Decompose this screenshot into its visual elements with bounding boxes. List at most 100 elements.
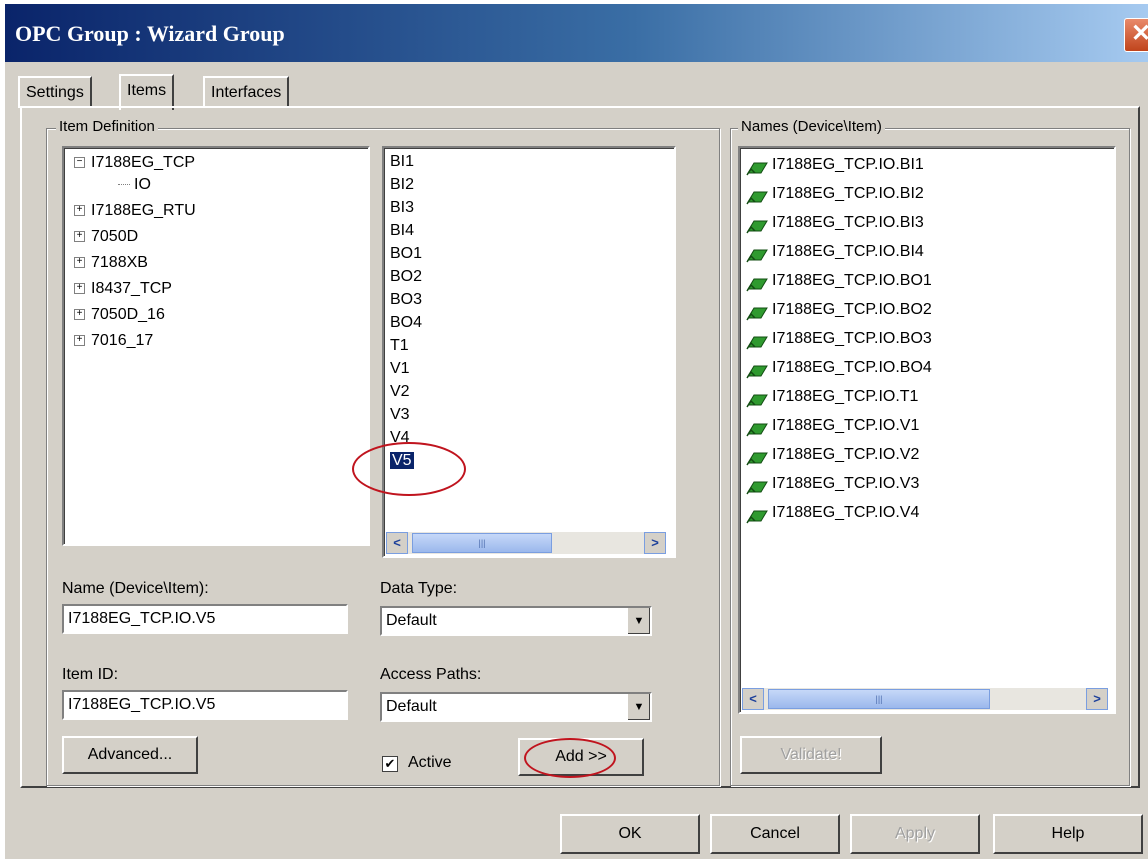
apply-button[interactable]: Apply bbox=[850, 814, 980, 854]
tab-settings[interactable]: Settings bbox=[18, 76, 92, 108]
cancel-button[interactable]: Cancel bbox=[710, 814, 840, 854]
list-item[interactable]: BO4 bbox=[390, 311, 422, 334]
list-item-label: I7188EG_TCP.IO.BO4 bbox=[772, 359, 932, 376]
list-item[interactable]: I7188EG_TCP.IO.BO3 bbox=[746, 324, 932, 353]
expand-icon[interactable]: + bbox=[74, 205, 85, 217]
list-item-label: T1 bbox=[390, 337, 409, 354]
list-item-label: I7188EG_TCP.IO.T1 bbox=[772, 388, 919, 405]
list-item[interactable]: BO2 bbox=[390, 265, 422, 288]
list-item[interactable]: I7188EG_TCP.IO.V4 bbox=[746, 498, 919, 527]
tab-items[interactable]: Items bbox=[119, 74, 175, 110]
list-item[interactable]: BI3 bbox=[390, 196, 414, 219]
list-item[interactable]: I7188EG_TCP.IO.BO4 bbox=[746, 353, 932, 382]
device-tree[interactable]: − I7188EG_TCP IO + I7188EG_RTU +7050D +7188XB +… bbox=[62, 146, 370, 546]
opc-group-dialog: OPC Group : Wizard Group ✕ Settings Item… bbox=[5, 4, 1148, 859]
tag-icon bbox=[746, 302, 768, 321]
expand-icon[interactable]: + bbox=[74, 309, 85, 321]
tag-icon bbox=[746, 418, 768, 437]
tag-icon bbox=[746, 273, 768, 292]
list-item[interactable]: V3 bbox=[390, 403, 410, 426]
ok-button[interactable]: OK bbox=[560, 814, 700, 854]
window-title: OPC Group : Wizard Group bbox=[15, 21, 285, 46]
tree-node[interactable]: + I7188EG_RTU bbox=[74, 200, 196, 222]
item-id-field[interactable]: I7188EG_TCP.IO.V5 bbox=[62, 690, 348, 720]
advanced-button[interactable]: Advanced... bbox=[62, 736, 198, 774]
tree-node[interactable]: +7050D bbox=[74, 226, 138, 248]
tree-node-label: IO bbox=[134, 176, 151, 193]
tree-node[interactable]: IO bbox=[118, 174, 151, 196]
list-item-label: I7188EG_TCP.IO.BI4 bbox=[772, 243, 924, 260]
title-bar[interactable]: OPC Group : Wizard Group ✕ bbox=[5, 4, 1148, 62]
scroll-left-button[interactable]: < bbox=[742, 688, 764, 710]
collapse-icon[interactable]: − bbox=[74, 157, 85, 169]
tab-label: Items bbox=[127, 82, 167, 99]
list-item-label: BI1 bbox=[390, 153, 415, 170]
data-type-label: Data Type: bbox=[380, 580, 458, 597]
list-item[interactable]: I7188EG_TCP.IO.BI4 bbox=[746, 237, 924, 266]
list-item-label: V3 bbox=[390, 406, 410, 423]
expand-icon[interactable]: + bbox=[74, 283, 85, 295]
expand-icon[interactable]: + bbox=[74, 335, 85, 347]
list-item-label: I7188EG_TCP.IO.V1 bbox=[772, 417, 920, 434]
tag-icon bbox=[746, 215, 768, 234]
list-item-label: I7188EG_TCP.IO.V2 bbox=[772, 446, 920, 463]
list-item-label: BI2 bbox=[390, 176, 415, 193]
tree-node[interactable]: − I7188EG_TCP bbox=[74, 152, 195, 174]
chevron-down-icon[interactable]: ▼ bbox=[627, 694, 650, 720]
close-button[interactable]: ✕ bbox=[1124, 18, 1148, 52]
list-item[interactable]: I7188EG_TCP.IO.BO1 bbox=[746, 266, 932, 295]
list-item-label: BI4 bbox=[390, 222, 415, 239]
tree-node[interactable]: + I8437_TCP bbox=[74, 278, 172, 300]
list-item[interactable]: BI2 bbox=[390, 173, 414, 196]
list-item[interactable]: I7188EG_TCP.IO.T1 bbox=[746, 382, 918, 411]
scroll-thumb[interactable]: ||| bbox=[768, 689, 990, 709]
expand-icon[interactable]: + bbox=[74, 257, 85, 269]
item-id-label: Item ID: bbox=[62, 666, 119, 683]
tree-node-label: 7016_17 bbox=[91, 332, 154, 349]
list-item[interactable]: I7188EG_TCP.IO.V2 bbox=[746, 440, 919, 469]
tab-interfaces[interactable]: Interfaces bbox=[203, 76, 290, 108]
list-item[interactable]: BI4 bbox=[390, 219, 414, 242]
list-item[interactable]: T1 bbox=[390, 334, 409, 357]
active-checkbox[interactable]: ✔ bbox=[382, 756, 398, 772]
tag-icon bbox=[746, 476, 768, 495]
list-item[interactable]: I7188EG_TCP.IO.V3 bbox=[746, 469, 919, 498]
list-item-label: BI3 bbox=[390, 199, 415, 216]
tree-node[interactable]: +7050D_16 bbox=[74, 304, 165, 326]
help-button[interactable]: Help bbox=[993, 814, 1143, 854]
list-item-label: I7188EG_TCP.IO.BI2 bbox=[772, 185, 924, 202]
names-list-scrollbar[interactable]: < ||| > bbox=[742, 688, 1108, 710]
list-item[interactable]: I7188EG_TCP.IO.BI1 bbox=[746, 150, 924, 179]
tag-icon bbox=[746, 244, 768, 263]
scroll-thumb[interactable]: ||| bbox=[412, 533, 552, 553]
tab-label: Settings bbox=[26, 84, 84, 101]
names-list[interactable]: < ||| > I7188EG_TCP.IO.BI1 I7188EG_TCP.IO… bbox=[738, 146, 1116, 714]
tag-icon bbox=[746, 505, 768, 524]
expand-icon[interactable]: + bbox=[74, 231, 85, 243]
validate-button[interactable]: Validate! bbox=[740, 736, 882, 774]
list-item[interactable]: BI1 bbox=[390, 150, 414, 173]
list-item[interactable]: BO3 bbox=[390, 288, 422, 311]
tag-icon bbox=[746, 157, 768, 176]
tree-node[interactable]: +7188XB bbox=[74, 252, 148, 274]
name-field[interactable]: I7188EG_TCP.IO.V5 bbox=[62, 604, 348, 634]
list-item[interactable]: BO1 bbox=[390, 242, 422, 265]
scroll-right-button[interactable]: > bbox=[1086, 688, 1108, 710]
list-item[interactable]: I7188EG_TCP.IO.BO2 bbox=[746, 295, 932, 324]
item-list[interactable]: < ||| > BI1 BI2 BI3 BI4 BO1 BO2 BO3 BO4 T1 V1 V2 V3… bbox=[382, 146, 676, 558]
list-item[interactable]: I7188EG_TCP.IO.V1 bbox=[746, 411, 919, 440]
item-list-scrollbar[interactable]: < ||| > bbox=[386, 532, 666, 554]
scroll-left-button[interactable]: < bbox=[386, 532, 408, 554]
list-item[interactable]: I7188EG_TCP.IO.BI2 bbox=[746, 179, 924, 208]
list-item[interactable]: V1 bbox=[390, 357, 410, 380]
access-paths-select[interactable]: Default ▼ bbox=[380, 692, 652, 722]
tag-icon bbox=[746, 360, 768, 379]
tree-node[interactable]: +7016_17 bbox=[74, 330, 153, 352]
list-item[interactable]: I7188EG_TCP.IO.BI3 bbox=[746, 208, 924, 237]
tree-connector-icon bbox=[118, 184, 130, 186]
scroll-right-button[interactable]: > bbox=[644, 532, 666, 554]
list-item[interactable]: V2 bbox=[390, 380, 410, 403]
tab-label: Interfaces bbox=[211, 84, 282, 101]
chevron-down-icon[interactable]: ▼ bbox=[627, 608, 650, 634]
data-type-select[interactable]: Default ▼ bbox=[380, 606, 652, 636]
